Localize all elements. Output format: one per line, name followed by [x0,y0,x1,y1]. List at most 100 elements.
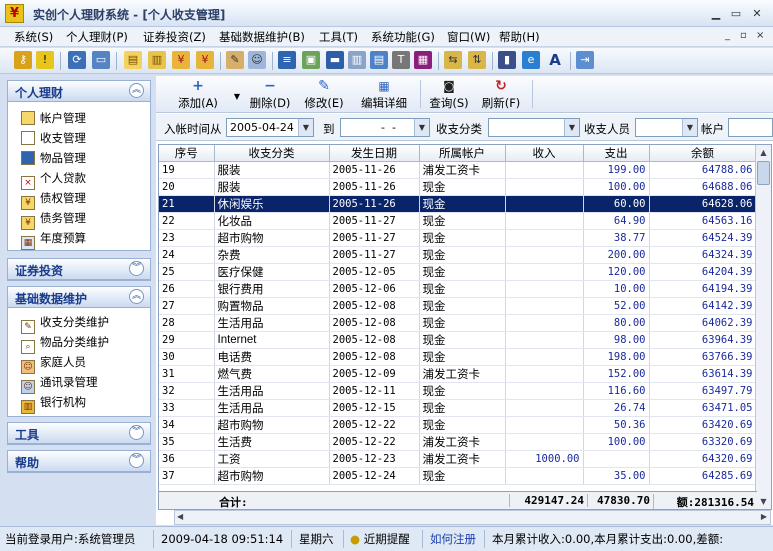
menu-securities[interactable]: 证券投资(Z) [143,29,206,45]
scroll-left-icon[interactable]: ◀ [177,512,183,521]
column-header-expense[interactable]: 支出 [583,145,650,162]
hammer-icon[interactable]: T [392,51,410,69]
edit-icon[interactable]: ✎ [226,51,244,69]
table-row[interactable]: 34 超市购物 2005-12-22 现金 50.36 63420.69 [159,416,757,434]
mdi-restore-icon[interactable]: ▫ [740,30,747,41]
chevron-down-icon[interactable]: ▼ [298,119,313,136]
save-icon[interactable]: ▬ [326,51,344,69]
notebook-icon[interactable]: ▥ [348,51,366,69]
sidebar-item-item-categories[interactable]: ⌕ 物品分类维护 [21,334,109,354]
table-row[interactable]: 29 Internet 2005-12-08 现金 98.00 63964.39 [159,331,757,349]
table-row[interactable]: 19 服装 2005-11-26 浦发工资卡 199.00 64788.06 [159,161,757,179]
table-row[interactable]: 24 杂费 2005-11-27 现金 200.00 64324.39 [159,246,757,264]
sidebar-panel-header[interactable]: 帮助 ︾ [8,451,150,472]
scroll-thumb[interactable] [757,161,770,185]
sidebar-panel-header[interactable]: 基础数据维护 ︽ [8,287,150,308]
table-row[interactable]: 26 银行费用 2005-12-06 现金 10.00 64194.39 [159,280,757,298]
table-row[interactable]: 30 电话费 2005-12-08 现金 198.00 63766.39 [159,348,757,366]
refresh-button[interactable]: ↻ 刷新(F) [478,78,524,111]
clipboard-icon[interactable]: ▥ [148,51,166,69]
credit-document-icon[interactable]: ¥ [172,51,190,69]
chevron-down-icon[interactable]: ▼ [414,119,429,136]
table-row[interactable]: 37 超市购物 2005-12-24 现金 35.00 64285.69 [159,467,757,485]
chevron-down-icon[interactable]: ▼ [682,119,697,136]
expand-icon[interactable]: ︾ [129,453,144,468]
table-row[interactable]: 28 生活用品 2005-12-08 现金 80.00 64062.39 [159,314,757,332]
key-icon[interactable]: ⚷ [14,51,32,69]
maximize-icon[interactable]: ▭ [728,6,744,22]
folder-icon[interactable]: ▤ [124,51,142,69]
edit-button[interactable]: ✎ 修改(E) [300,78,348,111]
edit-detail-button[interactable]: ▦ 编辑详细 [356,78,412,111]
document-icon[interactable]: ▤ [370,51,388,69]
sidebar-item-banks[interactable]: ▥ 银行机构 [21,394,86,414]
menu-personal-finance[interactable]: 个人理财(P) [66,29,128,45]
column-header-account[interactable]: 所属帐户 [419,145,506,162]
menu-system-functions[interactable]: 系统功能(G) [371,29,435,45]
book-icon[interactable]: ▮ [498,51,516,69]
table-row[interactable]: 25 医疗保健 2005-12-05 现金 120.00 64204.39 [159,263,757,281]
sidebar-item-accounts[interactable]: 帐户管理 [21,110,86,128]
table-row[interactable]: 35 生活费 2005-12-22 浦发工资卡 100.00 63320.69 [159,433,757,451]
menu-base-data[interactable]: 基础数据维护(B) [219,29,305,45]
sidebar-panel-header[interactable]: 个人理财 ︽ [8,81,150,102]
close-icon[interactable]: ✕ [749,6,765,22]
delete-button[interactable]: − 删除(D) [246,78,294,111]
date-to-picker[interactable]: - - ▼ [340,118,430,137]
exit-icon[interactable]: ⇥ [576,51,594,69]
sidebar-item-items[interactable]: 物品管理 [21,150,86,168]
column-header-income[interactable]: 收入 [505,145,584,162]
scroll-up-icon[interactable]: ▲ [756,145,771,160]
add-dropdown-icon[interactable]: ▼ [232,78,242,111]
chevron-down-icon[interactable]: ▼ [564,119,579,136]
query-button[interactable]: ◙ 查询(S) [426,78,472,111]
menu-help[interactable]: 帮助(H) [499,29,540,45]
table-row[interactable]: 33 生活用品 2005-12-15 现金 26.74 63471.05 [159,399,757,417]
browser-icon[interactable]: e [522,51,540,69]
horizontal-scrollbar[interactable]: ◀ ▶ [174,510,771,525]
minimize-icon[interactable]: ▁ [708,6,724,22]
refresh-app-icon[interactable]: ⟳ [68,51,86,69]
column-header-category[interactable]: 收支分类 [214,145,330,162]
sidebar-panel-header[interactable]: 证券投资 ︾ [8,259,150,280]
list-icon[interactable]: ≡ [278,51,296,69]
person-select[interactable]: ▼ [635,118,698,137]
sidebar-item-debts[interactable]: ¥ 债务管理 [21,210,86,230]
menu-system[interactable]: 系统(S) [14,29,53,45]
tile-vertical-icon[interactable]: ⇅ [468,51,486,69]
table-row[interactable]: 27 购置物品 2005-12-08 现金 52.00 64142.39 [159,297,757,315]
sidebar-item-family[interactable]: ☺ 家庭人员 [21,354,86,374]
user-icon[interactable]: ☺ [248,51,266,69]
sidebar-item-budget[interactable]: ▦ 年度预算 [21,230,86,250]
scroll-right-icon[interactable]: ▶ [761,512,767,521]
vertical-scrollbar[interactable]: ▲ ▼ [755,145,771,509]
sidebar-item-contacts[interactable]: ☺ 通讯录管理 [21,374,98,394]
calculator-icon[interactable]: ▦ [414,51,432,69]
table-row[interactable]: 20 服装 2005-11-26 现金 100.00 64688.06 [159,178,757,196]
expand-icon[interactable]: ︾ [129,425,144,440]
sidebar-item-income-expense[interactable]: 收支管理 [21,130,86,148]
card-icon[interactable]: ▭ [92,51,110,69]
menu-tools[interactable]: 工具(T) [319,29,358,45]
collapse-icon[interactable]: ︽ [129,289,144,304]
sidebar-item-loans[interactable]: × 个人贷款 [21,170,86,190]
date-from-picker[interactable]: 2005-04-24 ▼ [226,118,314,137]
collapse-icon[interactable]: ︽ [129,83,144,98]
mdi-close-icon[interactable]: × [756,30,764,41]
sidebar-item-category-maintenance[interactable]: ✎ 收支分类维护 [21,314,109,334]
table-row[interactable]: 32 生活用品 2005-12-11 现金 116.60 63497.79 [159,382,757,400]
table-row[interactable]: 31 燃气费 2005-12-09 浦发工资卡 152.00 63614.39 [159,365,757,383]
mdi-minimize-icon[interactable]: _ [725,30,730,41]
account-select[interactable] [728,118,773,137]
image-icon[interactable]: ▣ [302,51,320,69]
debt-document-icon[interactable]: ¥ [196,51,214,69]
table-row[interactable]: 22 化妆品 2005-11-27 现金 64.90 64563.16 [159,212,757,230]
scroll-down-icon[interactable]: ▼ [756,494,771,509]
menu-window[interactable]: 窗口(W) [447,29,490,45]
sidebar-panel-header[interactable]: 工具 ︾ [8,423,150,444]
warning-icon[interactable]: ! [36,51,54,69]
column-header-index[interactable]: 序号 [159,145,215,162]
table-row[interactable]: 23 超市购物 2005-11-27 现金 38.77 64524.39 [159,229,757,247]
font-icon[interactable]: A [546,51,564,69]
tile-horizontal-icon[interactable]: ⇆ [444,51,462,69]
